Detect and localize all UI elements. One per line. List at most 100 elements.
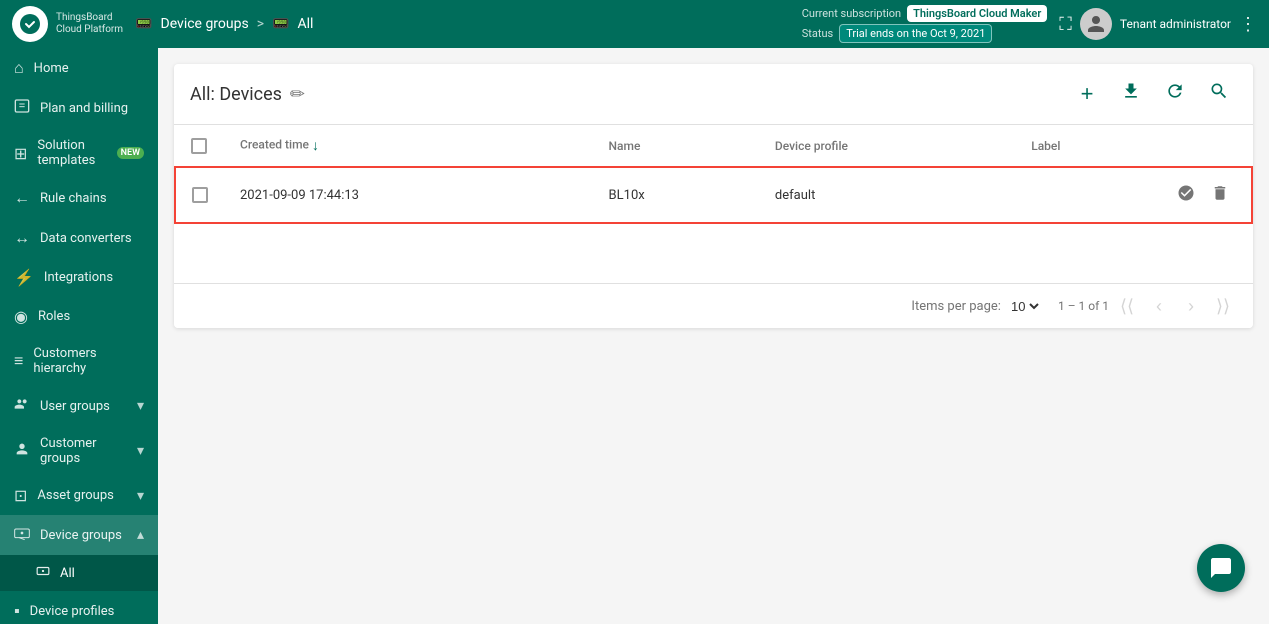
subscription-info: Current subscription ThingsBoard Cloud M… [802, 5, 1048, 43]
topbar: ThingsBoard Cloud Platform 📟 Device grou… [0, 0, 1269, 48]
avatar[interactable] [1080, 8, 1112, 40]
sidebar-label-user-groups: User groups [40, 399, 127, 414]
table-row[interactable]: 2021-09-09 17:44:13 BL10x default [175, 167, 1252, 223]
fullscreen-icon[interactable]: ⛶ [1059, 14, 1072, 35]
devices-table: Created time ↓ Name Device profile [174, 125, 1253, 283]
subitem-all-icon [36, 564, 50, 582]
add-button[interactable]: + [1069, 76, 1105, 112]
row-checkbox-cell [175, 167, 224, 223]
card-title: All: Devices ✏ [190, 84, 305, 105]
data-converters-icon: ↔ [14, 228, 30, 248]
next-page-icon: › [1188, 296, 1194, 317]
roles-icon: ◉ [14, 307, 28, 326]
content-area: All: Devices ✏ + [158, 48, 1269, 624]
sidebar-label-integrations: Integrations [44, 270, 144, 285]
sidebar-label-device-profiles: Device profiles [30, 604, 144, 619]
logo-area: ThingsBoard Cloud Platform [12, 6, 123, 42]
card-actions: + [1069, 76, 1237, 112]
cell-label [1015, 167, 1252, 223]
search-button[interactable] [1201, 76, 1237, 112]
breadcrumb-icon: 📟 [135, 16, 152, 32]
main: All: Devices ✏ + [158, 48, 1269, 624]
sidebar-item-solution-templates[interactable]: ⊞ Solution templates NEW [0, 128, 158, 178]
sidebar-item-roles[interactable]: ◉ Roles [0, 297, 158, 336]
table-body: 2021-09-09 17:44:13 BL10x default [175, 167, 1252, 283]
sidebar-item-user-groups[interactable]: User groups ▾ [0, 386, 158, 426]
layout: ⌂ Home Plan and billing ⊞ Solution templ… [0, 48, 1269, 624]
more-icon[interactable]: ⋮ [1239, 14, 1257, 35]
sidebar-subitem-all[interactable]: All [0, 555, 158, 591]
device-profiles-icon: ▪ [14, 601, 20, 621]
solution-icon: ⊞ [14, 144, 27, 163]
customers-icon: ≡ [14, 351, 23, 371]
topbar-icons: ⛶ Tenant administrator ⋮ [1059, 8, 1257, 40]
sidebar-item-plan-billing[interactable]: Plan and billing [0, 88, 158, 128]
plan-icon [14, 98, 30, 118]
sidebar-label-home: Home [34, 61, 144, 76]
breadcrumb-separator: > [257, 16, 264, 32]
row-actions [1171, 180, 1235, 210]
cell-created-time: 2021-09-09 17:44:13 [224, 167, 593, 223]
breadcrumb-parent[interactable]: Device groups [161, 16, 249, 32]
sidebar-label-plan: Plan and billing [40, 101, 144, 116]
sidebar-item-data-converters[interactable]: ↔ Data converters [0, 218, 158, 258]
upload-icon [1121, 81, 1141, 107]
sidebar-label-solution: Solution templates [37, 138, 106, 168]
last-page-button[interactable]: ⟩⟩ [1209, 292, 1237, 320]
user-groups-chevron: ▾ [137, 398, 144, 414]
logo-text: ThingsBoard Cloud Platform [56, 12, 123, 36]
sidebar-item-asset-groups[interactable]: ⊡ Asset groups ▾ [0, 476, 158, 515]
asset-groups-chevron: ▾ [137, 488, 144, 504]
col-device-profile: Device profile [759, 125, 1015, 167]
sidebar-label-device-groups: Device groups [40, 528, 127, 543]
header-checkbox-cell [175, 125, 224, 167]
breadcrumb-current: All [297, 16, 313, 32]
refresh-button[interactable] [1157, 76, 1193, 112]
add-icon: + [1081, 81, 1094, 107]
table-header: Created time ↓ Name Device profile [175, 125, 1252, 167]
sidebar-item-device-profiles[interactable]: ▪ Device profiles [0, 591, 158, 624]
logo-icon [12, 6, 48, 42]
sidebar-item-integrations[interactable]: ⚡ Integrations [0, 258, 158, 297]
card-header: All: Devices ✏ + [174, 64, 1253, 125]
upload-button[interactable] [1113, 76, 1149, 112]
sidebar-label-customers: Customers hierarchy [33, 346, 144, 376]
home-icon: ⌂ [14, 58, 24, 78]
status-label: Status [802, 27, 833, 40]
manage-credentials-button[interactable] [1171, 180, 1201, 210]
sidebar-item-customer-groups[interactable]: Customer groups ▾ [0, 426, 158, 476]
col-name: Name [593, 125, 759, 167]
rule-chains-icon: ← [14, 188, 30, 208]
topbar-right: Current subscription ThingsBoard Cloud M… [802, 5, 1257, 43]
edit-title-icon[interactable]: ✏ [290, 84, 305, 105]
user-groups-icon [14, 396, 30, 416]
delete-button[interactable] [1205, 180, 1235, 210]
topbar-left: ThingsBoard Cloud Platform 📟 Device grou… [12, 6, 313, 42]
prev-page-icon: ‹ [1156, 296, 1162, 317]
pagination: 1 – 1 of 1 ⟨⟨ ‹ › ⟩⟩ [1058, 292, 1237, 320]
manage-icon [1177, 184, 1195, 207]
device-groups-chevron: ▴ [137, 527, 144, 543]
sidebar-item-rule-chains[interactable]: ← Rule chains [0, 178, 158, 218]
next-page-button[interactable]: › [1177, 292, 1205, 320]
prev-page-button[interactable]: ‹ [1145, 292, 1173, 320]
sidebar-item-home[interactable]: ⌂ Home [0, 48, 158, 88]
customer-groups-chevron: ▾ [137, 443, 144, 459]
row-checkbox[interactable] [192, 187, 208, 203]
devices-card: All: Devices ✏ + [174, 64, 1253, 328]
sidebar-item-customers-hierarchy[interactable]: ≡ Customers hierarchy [0, 336, 158, 386]
col-created-time[interactable]: Created time ↓ [224, 125, 593, 167]
integrations-icon: ⚡ [14, 268, 34, 287]
sidebar-item-device-groups[interactable]: Device groups ▴ [0, 515, 158, 555]
chat-fab[interactable] [1197, 544, 1245, 592]
items-per-page: Items per page: 10 25 50 [911, 298, 1042, 315]
device-groups-icon [14, 525, 30, 545]
search-icon [1209, 81, 1229, 107]
cell-name: BL10x [593, 167, 759, 223]
empty-row [175, 223, 1252, 283]
first-page-button[interactable]: ⟨⟨ [1113, 292, 1141, 320]
asset-groups-icon: ⊡ [14, 486, 27, 505]
header-checkbox[interactable] [191, 138, 207, 154]
sidebar-label-data-converters: Data converters [40, 231, 144, 246]
per-page-select[interactable]: 10 25 50 [1007, 298, 1042, 315]
